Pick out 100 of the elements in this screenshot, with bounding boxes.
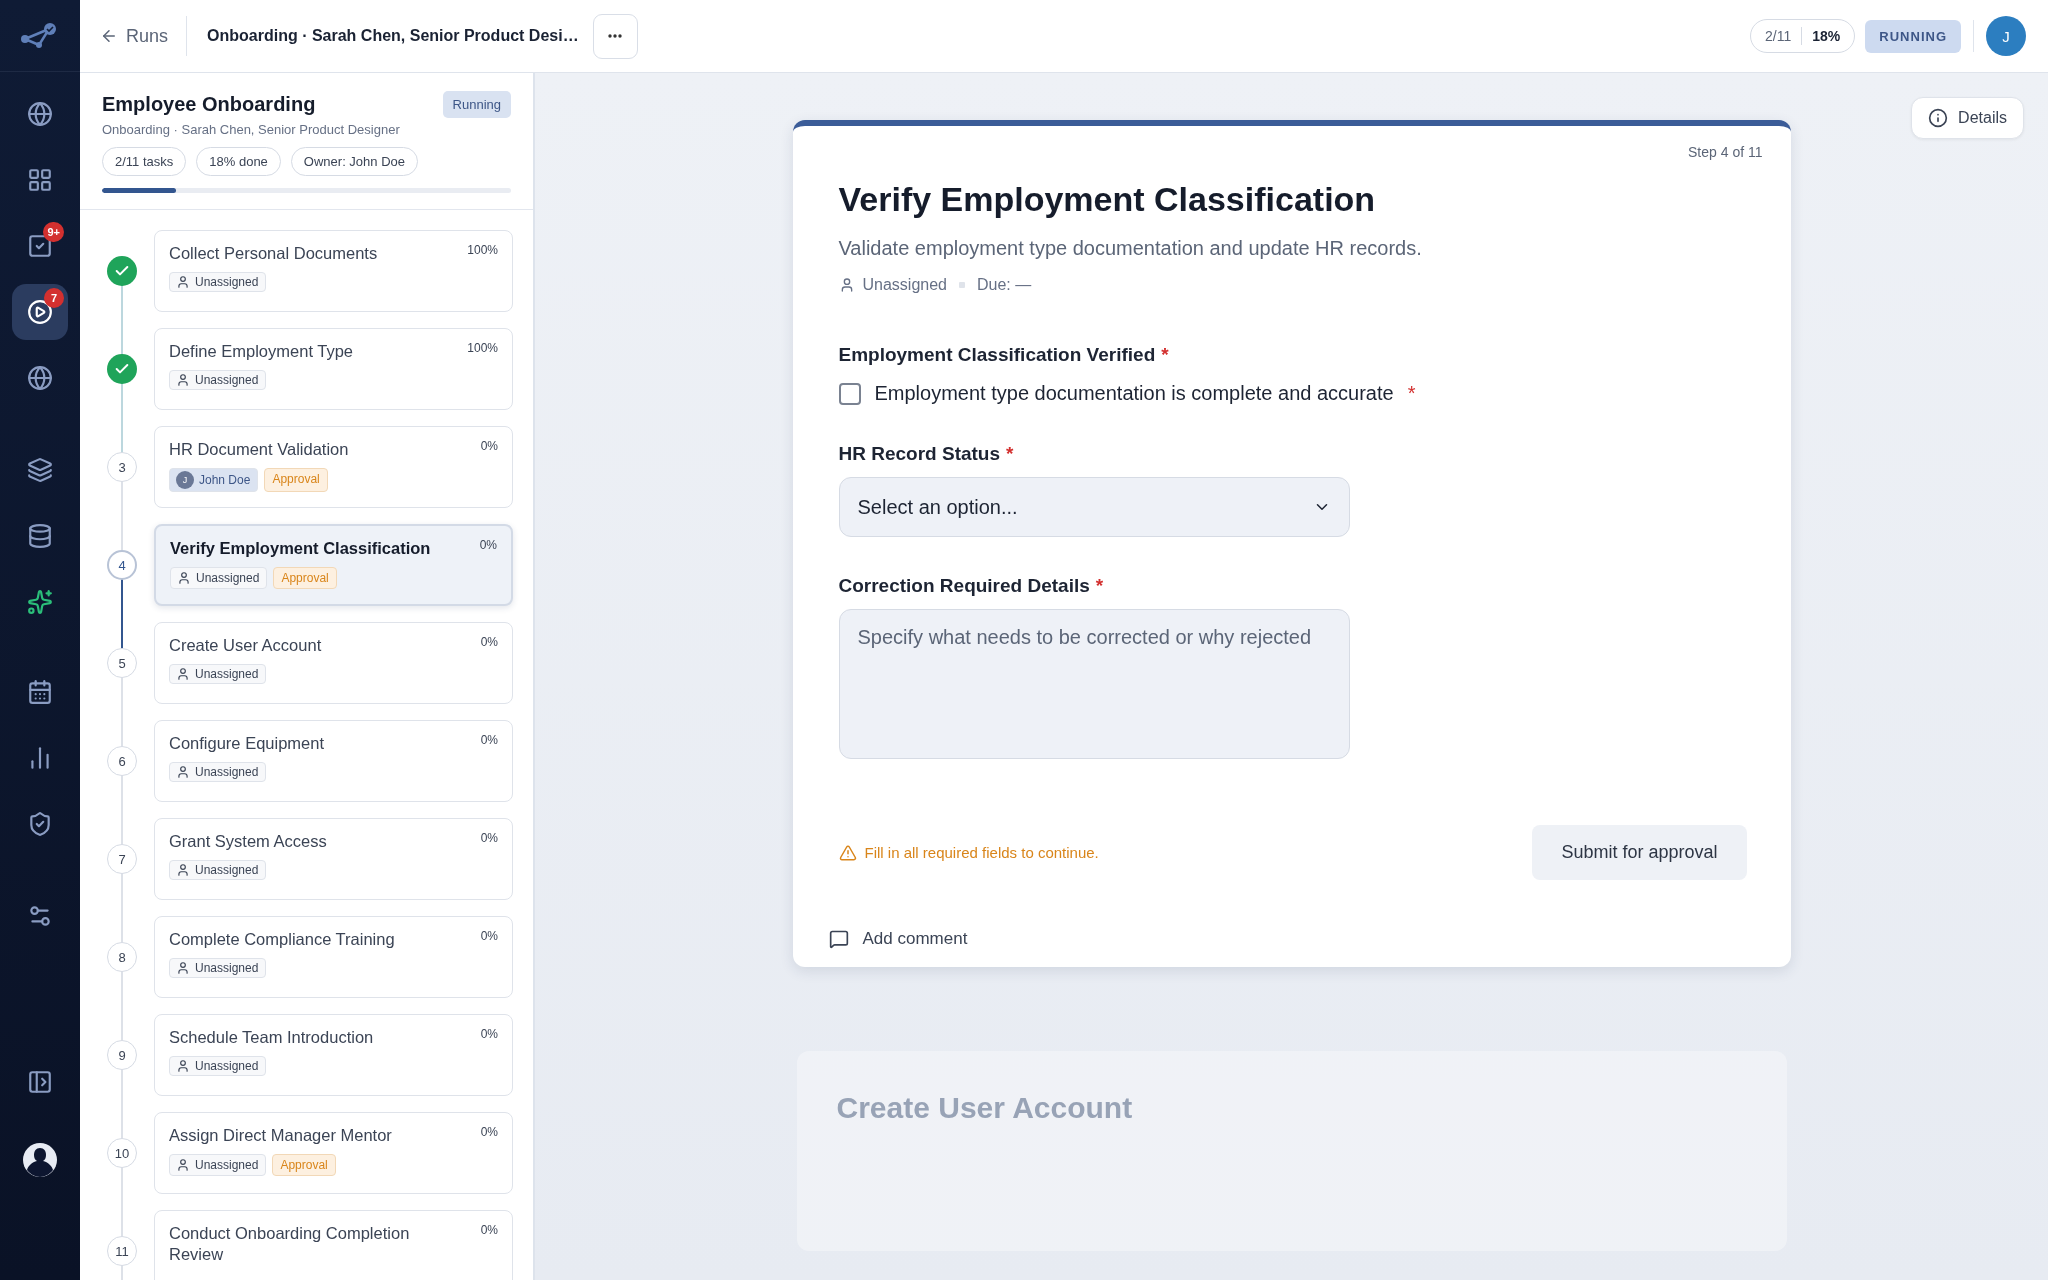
- assignee-chip: Unassigned: [169, 1056, 267, 1077]
- step-number: 8: [107, 942, 137, 972]
- nav-icon: [27, 589, 53, 615]
- step-number: 10: [107, 1138, 137, 1168]
- details-textarea[interactable]: Specify what needs to be corrected or why rejected: [838, 609, 1350, 759]
- checkbox-label: Employment type documentation is complete and accurate: [874, 382, 1394, 405]
- task-card[interactable]: Define Employment Type 100% Unassigned: [154, 328, 513, 410]
- task-card[interactable]: HR Document Validation 0% J John Doe Approval: [154, 426, 513, 508]
- assignee-chip: Unassigned: [169, 272, 267, 293]
- task-percent: 0%: [480, 439, 498, 455]
- task-title: Verify Employment Classification: [170, 538, 431, 559]
- task-percent: 0%: [480, 929, 498, 945]
- count-badge: 7: [44, 288, 64, 308]
- step-number: 3: [107, 452, 137, 482]
- task-title: Create User Account: [169, 635, 322, 656]
- step-description: Validate employment type documentation and update HR records.: [838, 237, 1423, 260]
- field-label: Employment Classification Verified: [838, 344, 1156, 366]
- task-title: Assign Direct Manager Mentor: [169, 1125, 392, 1146]
- count-badge: 9+: [43, 222, 64, 242]
- add-comment-link[interactable]: Add comment: [828, 929, 1745, 949]
- task-title: Define Employment Type: [169, 341, 354, 362]
- task-percent: 0%: [480, 1125, 498, 1141]
- user-icon: [177, 571, 191, 586]
- submit-button[interactable]: Submit for approval: [1532, 825, 1747, 880]
- approval-tag: Approval: [272, 1154, 336, 1177]
- step-counter: Step 4 of 11: [1688, 144, 1763, 160]
- nav-icon: [27, 523, 53, 549]
- assignee-chip: J John Doe: [169, 468, 259, 493]
- required-mark: *: [1006, 443, 1014, 465]
- nav-icon: [27, 903, 53, 929]
- task-title: Grant System Access: [169, 831, 327, 852]
- nav-icon: [27, 299, 53, 325]
- nav-icon: [27, 1069, 53, 1095]
- nav-icon: [27, 365, 53, 391]
- task-title: Schedule Team Introduction: [169, 1027, 374, 1048]
- task-percent: 0%: [480, 1027, 498, 1043]
- checkbox[interactable]: [838, 382, 861, 405]
- step-number: 5: [107, 648, 137, 678]
- assignee-chip: Unassigned: [169, 958, 267, 979]
- task-percent: 100%: [467, 243, 498, 259]
- status-select[interactable]: Select an option...: [838, 477, 1350, 537]
- more-icon: [608, 34, 623, 38]
- nav-icon: [27, 457, 53, 483]
- task-card[interactable]: Verify Employment Classification 0% Unassigned Approval: [154, 524, 513, 606]
- task-percent: 0%: [480, 1223, 498, 1239]
- info-icon: [1928, 108, 1949, 128]
- user-avatar[interactable]: J: [1986, 16, 2026, 56]
- assignee-chip: Unassigned: [169, 860, 267, 881]
- nav-item[interactable]: 7: [12, 284, 68, 340]
- task-card[interactable]: Grant System Access 0% Unassigned: [154, 818, 513, 900]
- status-badge: RUNNING: [1865, 19, 1961, 53]
- user-icon: [176, 765, 190, 780]
- nav-item[interactable]: 9+: [12, 218, 68, 274]
- task-title: HR Document Validation: [169, 439, 349, 460]
- nav-icon: [27, 101, 53, 127]
- required-mark: *: [1095, 575, 1104, 597]
- assignee-chip: Unassigned: [170, 567, 268, 590]
- assignee-text: Unassigned: [862, 276, 947, 294]
- required-mark: *: [1407, 382, 1416, 405]
- step-number: 7: [107, 844, 137, 874]
- approval-tag: Approval: [264, 468, 328, 493]
- user-icon: [176, 961, 190, 976]
- task-title: Collect Personal Documents: [169, 243, 378, 264]
- field-label: HR Record Status: [838, 443, 1001, 465]
- task-percent: 0%: [480, 831, 498, 847]
- user-icon: [176, 275, 190, 290]
- nav-icon: [27, 167, 53, 193]
- workflow-subtitle: Onboarding · Sarah Chen, Senior Product Designer: [102, 122, 401, 137]
- user-icon: [176, 863, 190, 878]
- step-title: Verify Employment Classification: [838, 180, 1377, 219]
- assignee-chip: Unassigned: [169, 664, 267, 685]
- task-card[interactable]: Assign Direct Manager Mentor 0% Unassigned Approval: [154, 1112, 513, 1194]
- user-icon: [176, 1059, 190, 1074]
- task-card[interactable]: Complete Compliance Training 0% Unassigned: [154, 916, 513, 998]
- due-text: Due: —: [977, 276, 1032, 294]
- warning-icon: [838, 843, 857, 862]
- nav-icon: [27, 811, 53, 837]
- task-title: Complete Compliance Training: [169, 929, 395, 950]
- task-card[interactable]: Conduct Onboarding Completion Review 0%: [154, 1210, 513, 1280]
- field-label: Correction Required Details: [838, 575, 1090, 597]
- details-button[interactable]: Details: [1911, 97, 2024, 139]
- task-title: Conduct Onboarding Completion Review: [169, 1223, 411, 1266]
- next-step-title: Create User Account: [836, 1091, 1133, 1124]
- task-card[interactable]: Collect Personal Documents 100% Unassigned: [154, 230, 513, 312]
- avatar-silhouette-icon: [22, 1142, 58, 1178]
- assignee-chip: Unassigned: [169, 370, 267, 391]
- assignee-chip: Unassigned: [169, 1154, 267, 1177]
- task-card[interactable]: Schedule Team Introduction 0% Unassigned: [154, 1014, 513, 1096]
- task-percent: 0%: [480, 635, 498, 651]
- task-title: Configure Equipment: [169, 733, 324, 754]
- task-percent: 100%: [467, 341, 498, 357]
- run-title: Onboarding · Sarah Chen, Senior Product Desi…: [207, 27, 579, 45]
- comment-icon: [828, 929, 849, 949]
- back-link[interactable]: Runs: [100, 16, 188, 56]
- user-icon: [176, 1158, 190, 1173]
- task-card[interactable]: Create User Account 0% Unassigned: [154, 622, 513, 704]
- task-card[interactable]: Configure Equipment 0% Unassigned: [154, 720, 513, 802]
- task-percent: 0%: [479, 538, 497, 554]
- status-badge: Running: [442, 91, 511, 118]
- validation-warning: Fill in all required fields to continue.: [838, 843, 1099, 862]
